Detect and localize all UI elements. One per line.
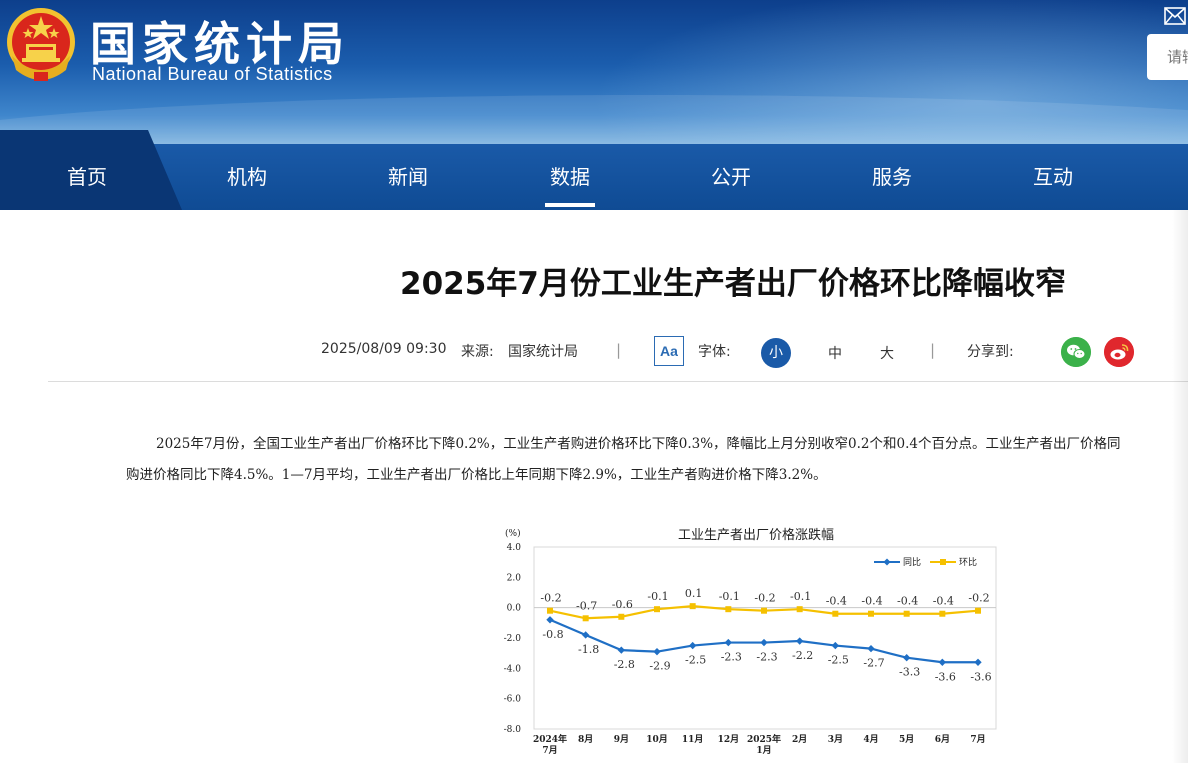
wechat-share-icon[interactable] <box>1061 337 1091 367</box>
chart-data-label: -2.2 <box>792 649 813 662</box>
header-divider <box>48 381 1188 382</box>
chart-point <box>725 606 732 613</box>
chart-data-label: -0.4 <box>861 595 882 608</box>
nav-item-data[interactable]: 数据 <box>510 144 630 210</box>
source-label: 来源: <box>461 344 494 360</box>
nav-item-interaction[interactable]: 互动 <box>993 144 1113 210</box>
header-wave <box>0 95 1188 144</box>
chart-x-tick-label: 1月 <box>756 745 771 756</box>
chart-x-tick-label: 7月 <box>542 745 557 756</box>
chart-point <box>547 607 553 614</box>
chart-x-tick-label: 4月 <box>863 734 878 745</box>
chart-data-label: -3.6 <box>935 670 956 683</box>
chart-data-label: 0.1 <box>685 587 703 600</box>
chart-x-tick-label: 9月 <box>614 734 629 745</box>
reading-mode-button[interactable]: Aa <box>654 336 684 366</box>
mail-icon[interactable] <box>1164 7 1186 25</box>
search-input[interactable] <box>1147 34 1188 80</box>
chart-y-axis-label: (%) <box>505 528 521 539</box>
chart-point <box>689 603 696 610</box>
font-size-label: 字体: <box>698 344 731 360</box>
paragraph-line-1: 2025年7月份，全国工业生产者出厂价格环比下降0.2%，工业生产者购进价格环比… <box>156 436 1121 452</box>
chart-data-label: -2.3 <box>721 651 742 664</box>
chart-legend-marker <box>940 559 946 565</box>
chart-title: 工业生产者出厂价格涨跌幅 <box>678 527 834 543</box>
chart-data-label: -0.8 <box>542 628 563 641</box>
article-title: 2025年7月份工业生产者出厂价格环比降幅收窄 <box>400 266 1066 302</box>
chart-x-tick-label: 8月 <box>578 734 593 745</box>
nav-item-institutions[interactable]: 机构 <box>187 144 307 210</box>
chart-y-tick-label: -6.0 <box>504 695 522 705</box>
article-datetime: 2025/08/09 09:30 <box>321 341 447 357</box>
chart-x-tick-label: 3月 <box>828 734 843 745</box>
chart-data-label: -0.4 <box>933 595 954 608</box>
ppi-line-chart: 工业生产者出厂价格涨跌幅 (%) 4.0 2.0 0.0 -2.0 -4.0 -6.0 -8… <box>504 527 997 756</box>
font-large-button[interactable]: 大 <box>880 343 894 363</box>
chart-y-tick-label: 2.0 <box>507 573 522 583</box>
chart-point <box>582 615 589 622</box>
weibo-share-icon[interactable] <box>1104 337 1134 367</box>
chart-data-label: -0.2 <box>968 592 989 605</box>
national-emblem-logo[interactable] <box>4 4 78 84</box>
chart-legend-label: 环比 <box>959 556 977 568</box>
chart-x-tick-label: 2月 <box>792 734 807 745</box>
chart-data-label: -2.5 <box>828 654 849 667</box>
site-title-en: National Bureau of Statistics <box>92 64 333 84</box>
nav-item-public[interactable]: 公开 <box>671 144 791 210</box>
nav-item-news[interactable]: 新闻 <box>348 144 468 210</box>
chart-data-label: -0.6 <box>612 598 633 611</box>
chart-data-label: -2.3 <box>756 651 777 664</box>
chart-point <box>796 606 803 613</box>
chart-y-tick-label: -4.0 <box>504 664 522 674</box>
chart-point <box>903 610 910 617</box>
chart-y-tick-label: -8.0 <box>504 725 522 735</box>
chart-data-label: -2.9 <box>649 660 670 673</box>
chart-x-tick-label: 12月 <box>718 734 740 745</box>
paragraph-line-2: 购进价格同比下降4.5%。1—7月平均，工业生产者出厂价格比上年同期下降2.9%… <box>126 467 827 483</box>
meta-separator: | <box>616 341 622 359</box>
chart-point <box>975 607 981 614</box>
chart-y-tick-label: -2.0 <box>504 634 522 644</box>
chart-point <box>939 610 946 617</box>
share-label: 分享到: <box>967 344 1014 360</box>
chart-data-label: -0.2 <box>754 592 775 605</box>
chart-data-label: -0.1 <box>647 590 668 603</box>
chart-data-label: -0.7 <box>576 599 597 612</box>
chart-data-label: -0.4 <box>826 595 847 608</box>
chart-point <box>654 606 660 613</box>
chart-data-label: -0.1 <box>719 590 740 603</box>
chart-point <box>761 607 767 614</box>
chart-data-label: -1.8 <box>578 643 599 656</box>
chart-x-tick-label: 2025年 <box>747 733 781 745</box>
chart-point <box>832 610 839 617</box>
source-value: 国家统计局 <box>508 344 578 360</box>
chart-data-label: -3.3 <box>899 666 920 679</box>
chart-x-tick-label: 7月 <box>970 734 985 745</box>
nav-item-home[interactable]: 首页 <box>27 144 147 210</box>
chart-data-label: -0.2 <box>540 592 561 605</box>
chart-data-label: -3.6 <box>970 670 991 683</box>
chart-x-tick-label: 10月 <box>646 734 668 745</box>
chart-data-label: -2.5 <box>685 654 706 667</box>
chart-y-tick-label: 4.0 <box>507 543 522 553</box>
chart-point <box>618 613 625 620</box>
font-small-button[interactable]: 小 <box>761 338 791 368</box>
font-medium-button[interactable]: 中 <box>828 343 842 363</box>
chart-data-label: -2.7 <box>863 657 884 670</box>
chart-point <box>868 610 874 617</box>
chart-x-tick-label: 2024年 <box>533 733 567 745</box>
nav-active-underline <box>545 203 595 207</box>
meta-separator: | <box>930 341 936 359</box>
chart-x-tick-label: 5月 <box>899 734 914 745</box>
chart-x-tick-label: 11月 <box>682 734 704 745</box>
chart-data-label: -0.1 <box>790 590 811 603</box>
chart-data-label: -2.8 <box>614 658 635 671</box>
chart-x-tick-label: 6月 <box>935 734 950 745</box>
chart-y-tick-label: 0.0 <box>507 604 522 614</box>
chart-plot-area <box>533 546 997 730</box>
scroll-shadow <box>1172 210 1188 763</box>
chart-legend-label: 同比 <box>903 556 921 568</box>
nav-item-services[interactable]: 服务 <box>832 144 952 210</box>
chart-data-label: -0.4 <box>897 595 918 608</box>
